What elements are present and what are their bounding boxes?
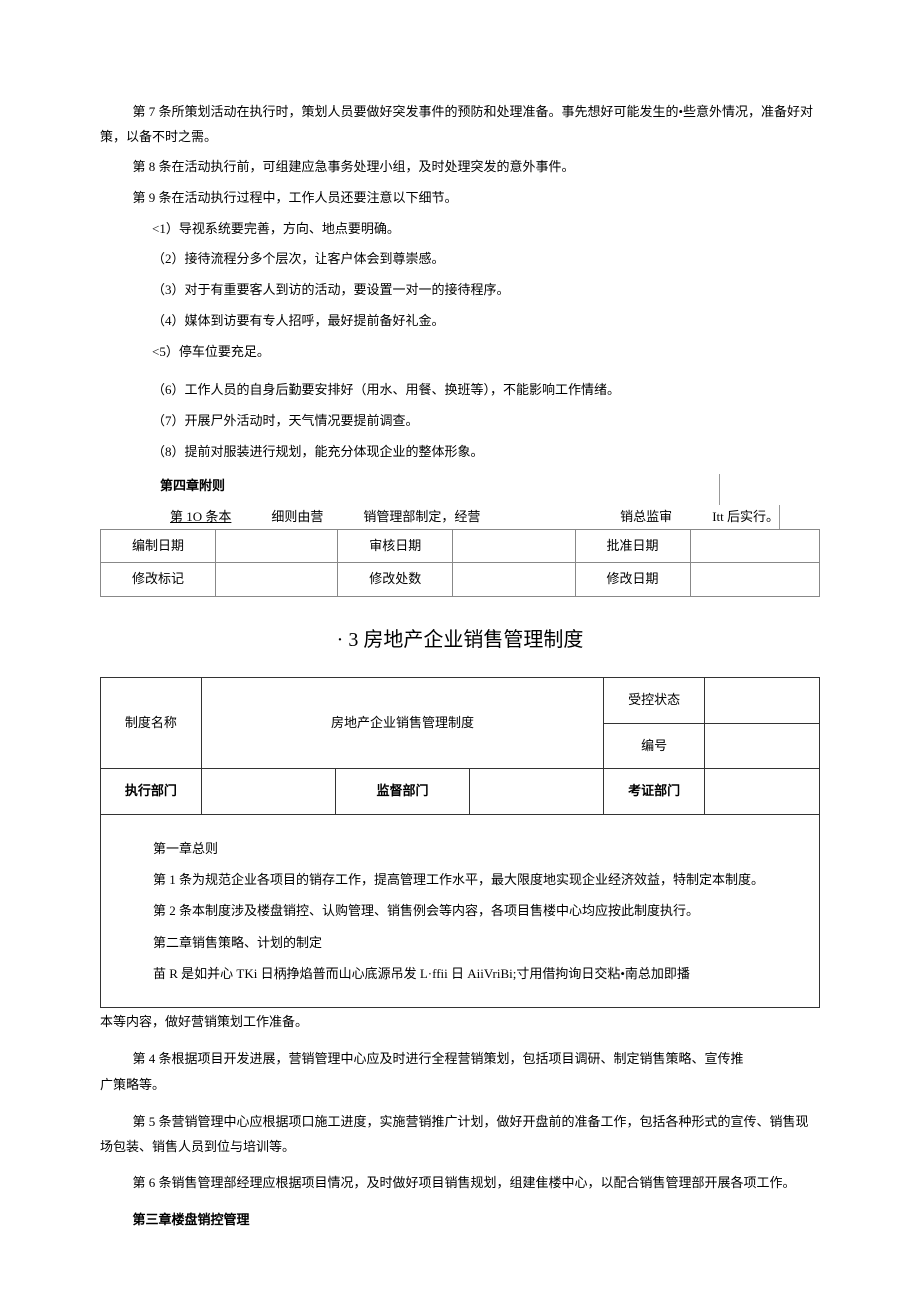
status-value [704, 678, 819, 724]
detail-7: （7）开展尸外活动时，天气情况要提前调查。 [100, 409, 820, 434]
table-row: 修改标记 修改处数 修改日期 [101, 563, 820, 597]
review-date-value [453, 529, 575, 563]
box-p3: 苗 R 是如并心 TKi 日柄挣焰普而山心底源吊发 L·ffii 日 AiiVr… [127, 958, 793, 989]
article-8: 第 8 条在活动执行前，可组建应急事务处理小组，及时处理突发的意外事件。 [100, 155, 820, 180]
detail-4: （4）媒体到访要有专人招呼，最好提前备好礼金。 [100, 309, 820, 334]
mod-mark-label: 修改标记 [101, 563, 216, 597]
system-name-label: 制度名称 [101, 678, 202, 769]
box-p1: 第 1 条为规范企业各项目的销存工作，提高管理工作水平，最大限度地实现企业经济效… [127, 864, 793, 895]
article-4a: 第 4 条根据项目开发进展，营销管理中心应及时进行全程营销策划，包括项目调研、制… [100, 1047, 820, 1072]
exec-dept-value [201, 769, 335, 815]
code-label: 编号 [604, 723, 705, 769]
article-9: 第 9 条在活动执行过程中，工作人员还要注意以下细节。 [100, 186, 820, 211]
detail-3: （3）对于有重要客人到访的活动，要设置一对一的接待程序。 [100, 278, 820, 303]
content-box: 第一章总则 第 1 条为规范企业各项目的销存工作，提高管理工作水平，最大限度地实… [100, 815, 820, 1008]
verify-dept-label: 考证部门 [604, 769, 705, 815]
detail-8: （8）提前对服装进行规划，能充分体现企业的整体形象。 [100, 440, 820, 465]
chapter-4-label: 第四章附则 [160, 474, 225, 499]
mod-date-value [690, 563, 819, 597]
system-name-value: 房地产企业销售管理制度 [201, 678, 604, 769]
detail-5: <5）停车位要充足。 [100, 340, 820, 365]
article-10-d: 销总监审 [620, 505, 672, 530]
mod-count-label: 修改处数 [338, 563, 453, 597]
mod-mark-value [216, 563, 338, 597]
article-6: 第 6 条销售管理部经理应根据项目情况，及时做好项目销售规划，组建隹楼中心，以配… [100, 1171, 820, 1196]
document-header-table: 制度名称 房地产企业销售管理制度 受控状态 编号 执行部门 监督部门 考证部门 [100, 677, 820, 815]
mod-date-label: 修改日期 [575, 563, 690, 597]
review-date-label: 审核日期 [338, 529, 453, 563]
code-value [704, 723, 819, 769]
detail-2: （2）接待流程分多个层次，让客户体会到尊崇感。 [100, 247, 820, 272]
table-row: 制度名称 房地产企业销售管理制度 受控状态 [101, 678, 820, 724]
detail-1: <1）导视系统要完善，方向、地点要明确。 [100, 217, 820, 242]
compile-date-value [216, 529, 338, 563]
super-dept-value [470, 769, 604, 815]
box-p2: 第 2 条本制度涉及楼盘销控、认购管理、销售例会等内容，各项目售楼中心均应按此制… [127, 895, 793, 926]
super-dept-label: 监督部门 [335, 769, 469, 815]
section-title: · 3 房地产企业销售管理制度 [100, 621, 820, 659]
article-10-a: 第 1O 条本 [150, 505, 231, 530]
after-box-content: 本等内容，做好营销策划工作准备。 第 4 条根据项目开发进展，营销管理中心应及时… [100, 1010, 820, 1233]
article-10-row: 第 1O 条本 细则由营 销管理部制定，经营 销总监审 Itt 后实行。 [100, 505, 780, 530]
after-pa: 本等内容，做好营销策划工作准备。 [100, 1010, 820, 1035]
article-10-b: 细则由营 [271, 505, 323, 530]
chapter-3-heading: 第三章楼盘销控管理 [100, 1208, 820, 1233]
verify-dept-value [704, 769, 819, 815]
table-row: 执行部门 监督部门 考证部门 [101, 769, 820, 815]
compile-date-label: 编制日期 [101, 529, 216, 563]
chapter-2-heading: 第二章销售策略、计划的制定 [127, 927, 793, 958]
detail-6: （6）工作人员的自身后勤要安排好（用水、用餐、换班等），不能影响工作情绪。 [100, 378, 820, 403]
table-row: 编制日期 审核日期 批准日期 [101, 529, 820, 563]
article-7: 第 7 条所策划活动在执行时，策划人员要做好突发事件的预防和处理准备。事先想好可… [100, 100, 820, 149]
approve-date-value [690, 529, 819, 563]
article-4b: 广策略等。 [100, 1073, 820, 1098]
status-label: 受控状态 [604, 678, 705, 724]
approve-date-label: 批准日期 [575, 529, 690, 563]
exec-dept-label: 执行部门 [101, 769, 202, 815]
chapter-4-heading-row: 第四章附则 [160, 474, 720, 505]
metadata-table-1: 编制日期 审核日期 批准日期 修改标记 修改处数 修改日期 [100, 529, 820, 597]
article-10-c: 销管理部制定，经营 [363, 505, 480, 530]
mod-count-value [453, 563, 575, 597]
article-10-e: Itt 后实行。 [712, 505, 779, 530]
article-5: 第 5 条营销管理中心应根据项口施工进度，实施营销推广计划，做好开盘前的准备工作… [100, 1110, 820, 1159]
chapter-1-heading: 第一章总则 [127, 833, 793, 864]
